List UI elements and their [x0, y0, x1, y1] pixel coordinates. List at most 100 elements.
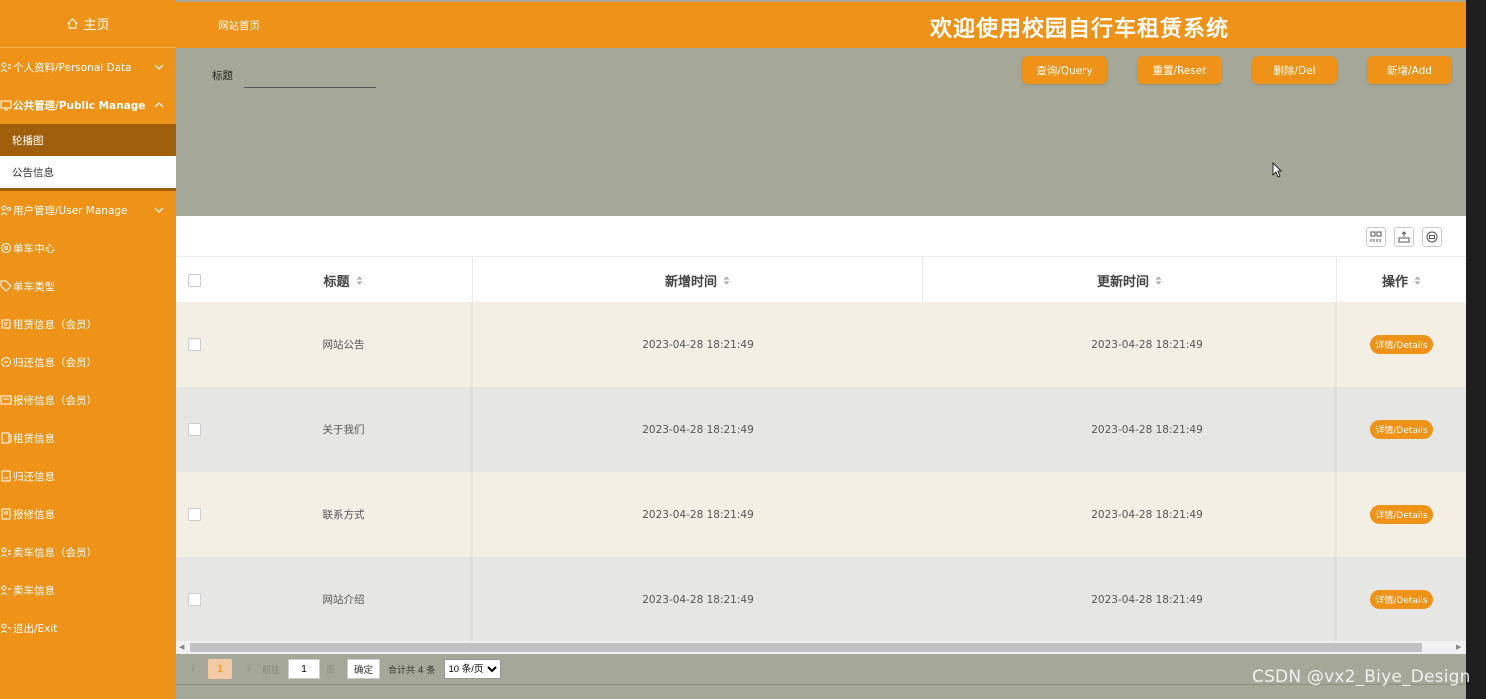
cell-title: 网站公告 — [322, 339, 365, 351]
details-button[interactable]: 详情/Details — [1370, 505, 1433, 524]
column-header-title[interactable]: 标题 — [214, 257, 473, 303]
sidebar-item-bike-type[interactable]: 单车类型 — [0, 267, 176, 305]
cell-actions: 详情/Details — [1337, 472, 1466, 557]
column-header-label: 操作 — [1381, 274, 1408, 290]
sort-icon[interactable] — [723, 276, 730, 285]
sidebar-item-bike-center[interactable]: 单车中心 — [0, 229, 176, 267]
sort-icon[interactable] — [1414, 276, 1421, 285]
row-checkbox[interactable] — [188, 508, 201, 521]
sidebar-item-label: 归还信息 — [13, 470, 55, 483]
sidebar-item-label: 租赁信息 — [13, 432, 55, 445]
sidebar-item-rent-member[interactable]: 租赁信息（会员） — [0, 305, 176, 343]
table-row[interactable]: 联系方式 2023-04-28 18:21:49 2023-04-28 18:2… — [176, 472, 1466, 557]
exit-icon — [0, 623, 11, 634]
page-title: 欢迎使用校园自行车租赁系统 — [930, 17, 1230, 42]
repair-doc-icon — [1, 508, 11, 520]
export-icon[interactable] — [1394, 227, 1414, 247]
query-button[interactable]: 查询/Query — [1022, 56, 1107, 84]
goto-label: 前往 — [262, 665, 281, 676]
add-button[interactable]: 新增/Add — [1367, 56, 1452, 84]
table-row[interactable]: 网站介绍 2023-04-28 18:21:49 2023-04-28 18:2… — [176, 557, 1466, 642]
app-root: 主页 个人资料/Personal Data 公共管理/Public Manage… — [0, 0, 1466, 699]
table-panel: 标题 新增时间 更新时间 操作 网站公告 2023-04-28 18:21:49 — [176, 216, 1466, 642]
select-all-checkbox[interactable] — [188, 274, 201, 287]
submenu-item-carousel[interactable]: 轮播图 — [0, 124, 176, 156]
page-size-select[interactable]: 10 条/页 — [443, 659, 501, 679]
watermark: CSDN @vx2_Biye_Design — [1252, 667, 1471, 687]
column-header-created[interactable]: 新增时间 — [473, 257, 923, 303]
cell-created: 2023-04-28 18:21:49 — [642, 338, 754, 351]
cell-actions: 详情/Details — [1337, 557, 1466, 642]
search-input[interactable] — [244, 64, 376, 88]
sidebar-home-label: 主页 — [83, 18, 110, 33]
sidebar-home[interactable]: 主页 — [0, 0, 176, 48]
column-header-label: 更新时间 — [1096, 274, 1149, 290]
table-toolbar — [1366, 227, 1442, 247]
column-header-actions[interactable]: 操作 — [1337, 257, 1466, 303]
repair-icon — [0, 395, 12, 405]
users-icon — [0, 205, 11, 216]
sidebar-item-label: 租赁信息（会员） — [13, 318, 97, 331]
sidebar-item-user-manage[interactable]: 用户管理/User Manage — [0, 191, 176, 229]
print-icon[interactable] — [1422, 227, 1442, 247]
sidebar-item-label: 用户管理/User Manage — [13, 204, 128, 217]
horizontal-scrollbar[interactable]: ◀ ▶ — [176, 641, 1466, 654]
cell-created: 2023-04-28 18:21:49 — [642, 508, 754, 521]
table-row[interactable]: 网站公告 2023-04-28 18:21:49 2023-04-28 18:2… — [176, 302, 1466, 387]
reset-button[interactable]: 重置/Reset — [1137, 56, 1222, 84]
top-bar: 网站首页 欢迎使用校园自行车租赁系统 — [176, 2, 1466, 48]
sidebar-item-repair-member[interactable]: 报修信息（会员） — [0, 381, 176, 419]
sidebar-item-public-manage[interactable]: 公共管理/Public Manage — [0, 86, 176, 124]
sidebar-item-label: 卖车信息 — [13, 584, 55, 597]
sidebar-item-repair[interactable]: 报修信息 — [0, 495, 176, 533]
goto-page-input[interactable] — [288, 659, 321, 679]
chevron-down-icon — [154, 207, 164, 213]
sidebar-item-label: 个人资料/Personal Data — [13, 61, 132, 74]
scrollbar-thumb[interactable] — [190, 643, 1422, 652]
cell-title: 关于我们 — [322, 424, 365, 436]
sort-icon[interactable] — [1155, 276, 1162, 285]
sidebar-item-label: 卖车信息（会员） — [13, 546, 97, 559]
details-button[interactable]: 详情/Details — [1370, 335, 1433, 354]
goto-suffix: 页 — [326, 665, 336, 676]
person-card-icon — [0, 62, 11, 73]
sidebar-item-personal-data[interactable]: 个人资料/Personal Data — [0, 48, 176, 86]
sidebar-item-return-member[interactable]: 归还信息（会员） — [0, 343, 176, 381]
column-header-updated[interactable]: 更新时间 — [923, 257, 1337, 303]
row-checkbox[interactable] — [188, 338, 201, 351]
details-button[interactable]: 详情/Details — [1370, 420, 1433, 439]
sidebar: 主页 个人资料/Personal Data 公共管理/Public Manage… — [0, 0, 176, 699]
table-row[interactable]: 关于我们 2023-04-28 18:21:49 2023-04-28 18:2… — [176, 387, 1466, 472]
sidebar-item-exit[interactable]: 退出/Exit — [0, 609, 176, 647]
prev-page-icon[interactable]: ‹ — [186, 662, 200, 676]
sidebar-item-return[interactable]: 归还信息 — [0, 457, 176, 495]
row-checkbox[interactable] — [188, 423, 201, 436]
return-icon — [1, 357, 11, 367]
breadcrumb[interactable]: 网站首页 — [218, 18, 260, 33]
row-checkbox[interactable] — [188, 593, 201, 606]
search-label: 标题 — [212, 70, 233, 82]
submenu-item-announcements[interactable]: 公告信息 — [0, 156, 176, 188]
sidebar-item-rent[interactable]: 租赁信息 — [0, 419, 176, 457]
monitor-icon — [0, 100, 12, 111]
confirm-button[interactable]: 确定 — [347, 659, 381, 679]
sidebar-item-label: 报修信息（会员） — [13, 394, 97, 407]
page-number-current[interactable]: 1 — [208, 659, 232, 679]
cell-title: 联系方式 — [322, 509, 365, 521]
sidebar-item-sell-member[interactable]: 卖车信息（会员） — [0, 533, 176, 571]
columns-icon[interactable] — [1366, 227, 1386, 247]
sort-icon[interactable] — [356, 276, 363, 285]
cell-actions: 详情/Details — [1337, 302, 1466, 387]
scroll-right-icon[interactable]: ▶ — [1456, 643, 1464, 652]
scroll-left-icon[interactable]: ◀ — [179, 643, 187, 652]
next-page-icon[interactable]: › — [242, 662, 256, 676]
bike-center-icon — [1, 243, 11, 253]
details-button[interactable]: 详情/Details — [1370, 590, 1433, 609]
sidebar-item-label: 单车类型 — [13, 280, 55, 293]
sidebar-item-sell[interactable]: 卖车信息 — [0, 571, 176, 609]
delete-button[interactable]: 删除/Del — [1252, 56, 1337, 84]
submenu-item-label: 轮播图 — [12, 134, 44, 147]
table-header: 标题 新增时间 更新时间 操作 — [176, 256, 1466, 303]
total-count: 合计共 4 条 — [388, 665, 436, 676]
submenu-item-label: 公告信息 — [12, 166, 54, 179]
